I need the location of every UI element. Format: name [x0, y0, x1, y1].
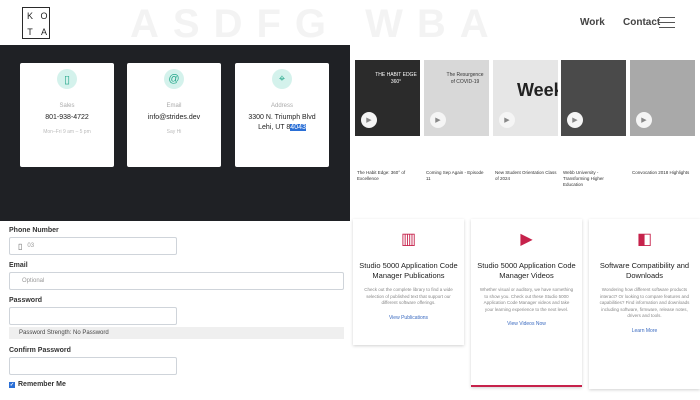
video-caption[interactable]: The Habit Edge: 360° of Excellence [357, 170, 419, 182]
card-value[interactable]: 3300 N. Triumph Blvd Lehi, UT 84043 [235, 113, 329, 133]
card-value[interactable]: info@strides.dev [127, 113, 221, 123]
resource-title: Studio 5000 Application Code Manager Pub… [359, 261, 458, 280]
contact-section: ▯ Sales 801-938-4722 Mon–Fri 9 am – 5 pm… [0, 45, 350, 221]
resource-title: Studio 5000 Application Code Manager Vid… [477, 261, 576, 280]
logo-letter: T [27, 27, 33, 37]
phone-icon: ▯ [57, 69, 77, 89]
logo-letter: A [40, 27, 47, 37]
video-overlay-text: Week [517, 80, 558, 100]
card-value[interactable]: 801-938-4722 [20, 113, 114, 123]
phone-value: 03 [27, 243, 35, 249]
video-overlay-text: The Resurgence of COVID-19 [446, 72, 484, 85]
password-strength-meter: Password Strength: No Password [9, 327, 344, 339]
remember-label: Remember Me [18, 381, 66, 388]
password-label: Password [9, 297, 43, 304]
card-subtext: Mon–Fri 9 am – 5 pm [43, 129, 91, 135]
card-subtext: Say Hi [166, 129, 182, 135]
address-line-1: 3300 N. Triumph Blvd [248, 114, 316, 121]
resource-title: Software Compatibility and Downloads [599, 261, 690, 280]
email-label: Email [9, 262, 28, 269]
resource-card-publications: ▥ Studio 5000 Application Code Manager P… [353, 219, 464, 345]
nav-work-link[interactable]: Work [580, 17, 605, 28]
password-input[interactable] [9, 307, 177, 325]
map-pin-icon: ⌖ [272, 69, 292, 89]
address-selection-highlight: 4043 [290, 124, 306, 131]
card-label: Email [166, 103, 182, 109]
resource-card-compatibility: ◧ Software Compatibility and Downloads W… [589, 219, 700, 389]
phone-icon: ▯ [18, 241, 23, 251]
kota-logo[interactable]: K O T A [22, 7, 50, 39]
compat-icon: ◧ [636, 231, 653, 248]
video-thumbnail[interactable]: THE HABIT EDGE 360° ▶ [355, 60, 420, 136]
confirm-password-label: Confirm Password [9, 347, 71, 354]
video-thumbnail[interactable]: ▶ [561, 60, 626, 136]
video-caption[interactable]: Convocation 2018 Highlights [632, 170, 694, 176]
play-icon[interactable]: ▶ [636, 112, 652, 128]
at-icon: @ [164, 69, 184, 89]
checkbox-checked-icon[interactable]: ✓ [9, 381, 15, 388]
phone-input[interactable]: ▯ 03 [9, 237, 177, 255]
video-overlay-text: THE HABIT EDGE 360° [375, 72, 417, 85]
resource-description: Wondering how different software product… [599, 287, 690, 318]
signup-form: Phone Number ▯ 03 Email Optional Passwor… [0, 221, 350, 400]
card-label: Sales [59, 103, 75, 109]
page: ASDFG WBA K O T A Work Contact ▯ Sales 8… [0, 0, 700, 400]
remember-me[interactable]: ✓ Remember Me [9, 381, 66, 388]
header-background-lettering: ASDFG WBA [130, 2, 503, 46]
learn-more-link[interactable]: Learn More [589, 328, 700, 334]
site-header: ASDFG WBA K O T A Work Contact [0, 0, 700, 46]
video-thumbnail[interactable]: Week ▶ [493, 60, 558, 136]
video-caption[interactable]: Coming Sep Again - Episode 11 [426, 170, 488, 182]
video-thumbnail[interactable]: ▶ [630, 60, 695, 136]
play-icon: ▶ [520, 231, 533, 248]
contact-card-email: @ Email info@strides.dev Say Hi [127, 63, 221, 167]
card-label: Address [270, 103, 293, 109]
logo-letter: K [26, 11, 33, 21]
view-videos-link[interactable]: View Videos Now [471, 321, 582, 327]
nav-contact-link[interactable]: Contact [623, 17, 660, 28]
hamburger-menu-icon[interactable] [659, 17, 675, 28]
video-strip: THE HABIT EDGE 360° ▶ The Resurgence of … [355, 60, 700, 195]
resource-description: Check out the complete library to find a… [364, 287, 453, 305]
phone-label: Phone Number [9, 227, 59, 234]
confirm-password-input[interactable] [9, 357, 177, 375]
books-icon: ▥ [400, 231, 417, 248]
play-icon[interactable]: ▶ [361, 112, 377, 128]
email-placeholder: Optional [22, 278, 45, 284]
email-input[interactable]: Optional [9, 272, 344, 290]
play-icon[interactable]: ▶ [499, 112, 515, 128]
resource-card-videos: ▶ Studio 5000 Application Code Manager V… [471, 219, 582, 387]
play-icon[interactable]: ▶ [567, 112, 583, 128]
view-publications-link[interactable]: View Publications [353, 315, 464, 321]
video-caption[interactable]: Webb University - Transforming Higher Ed… [563, 170, 625, 188]
contact-card-address: ⌖ Address 3300 N. Triumph Blvd Lehi, UT … [235, 63, 329, 167]
resource-description: Whether visual or auditory, we have some… [479, 287, 574, 312]
card-accent-bar [471, 385, 582, 387]
video-caption[interactable]: New Student Orientation Class of 2024 [495, 170, 557, 182]
logo-letter: O [40, 11, 48, 21]
play-icon[interactable]: ▶ [430, 112, 446, 128]
address-line-2: Lehi, UT 8 [258, 124, 291, 131]
contact-card-sales: ▯ Sales 801-938-4722 Mon–Fri 9 am – 5 pm [20, 63, 114, 167]
video-thumbnail[interactable]: The Resurgence of COVID-19 ▶ [424, 60, 489, 136]
